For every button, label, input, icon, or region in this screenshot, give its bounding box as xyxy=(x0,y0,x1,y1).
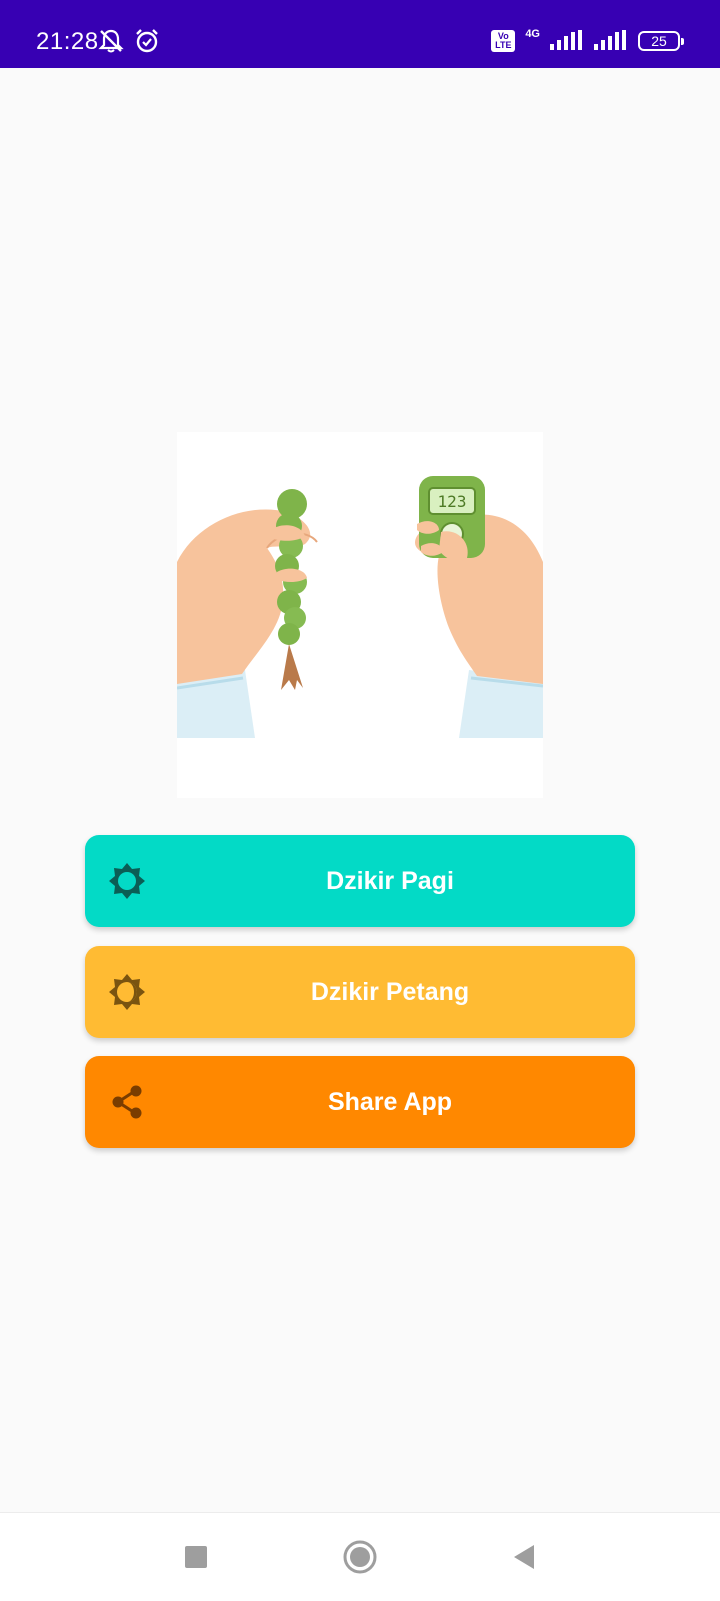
battery-icon: 25 xyxy=(638,31,684,51)
dzikir-pagi-label: Dzikir Pagi xyxy=(326,866,454,895)
tasbih-counter-illustration: 123 xyxy=(176,476,544,738)
status-right-icons: Vo LTE 4G 25 xyxy=(491,27,684,52)
share-icon xyxy=(112,1085,142,1119)
sun-moon-icon xyxy=(109,974,145,1010)
alarm-icon xyxy=(136,29,158,53)
counter-display: 123 xyxy=(438,492,467,511)
sun-icon xyxy=(109,863,145,899)
dzikir-petang-button[interactable]: Dzikir Petang xyxy=(85,946,635,1038)
dzikir-petang-label: Dzikir Petang xyxy=(310,977,470,1006)
hero-illustration: 123 xyxy=(176,432,544,798)
home-icon[interactable] xyxy=(336,1533,384,1581)
dzikir-pagi-button[interactable]: Dzikir Pagi xyxy=(85,835,635,927)
signal-icon xyxy=(594,30,626,50)
network-type: 4G xyxy=(525,27,540,40)
volte-icon: Vo LTE xyxy=(491,30,516,52)
share-app-button[interactable]: Share App xyxy=(85,1056,635,1148)
status-time: 21:28 xyxy=(36,28,99,55)
recent-apps-icon[interactable] xyxy=(172,1533,220,1581)
signal-icon xyxy=(550,30,582,50)
back-icon[interactable] xyxy=(500,1533,548,1581)
status-bar: 21:28 Vo LTE 4G 25 xyxy=(0,0,720,68)
mute-icon xyxy=(98,29,124,53)
share-app-label: Share App xyxy=(327,1087,453,1116)
navigation-bar xyxy=(0,1512,720,1601)
status-left-icons xyxy=(98,28,160,54)
